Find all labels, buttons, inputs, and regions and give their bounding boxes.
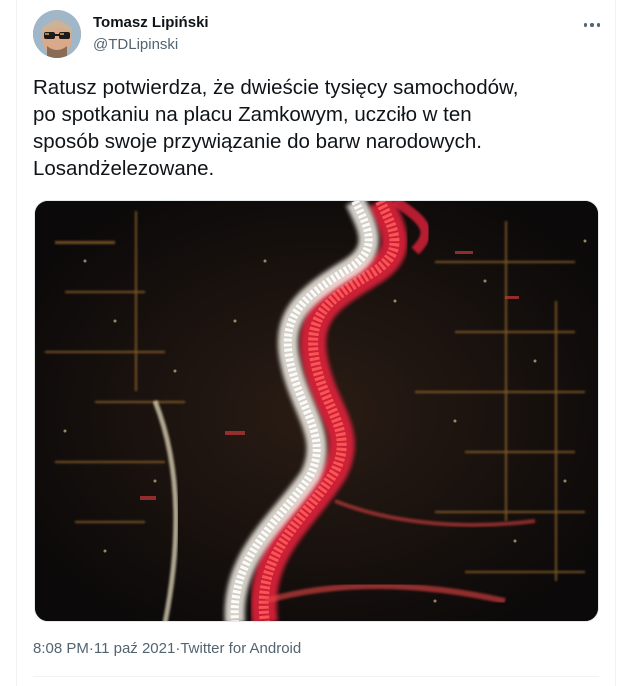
divider — [33, 676, 599, 677]
tweet-metadata: 8:08 PM · 11 paź 2021 · Twitter for Andr… — [33, 640, 301, 657]
tweet-media-photo[interactable] — [34, 200, 599, 622]
avatar[interactable] — [33, 10, 81, 58]
display-name[interactable]: Tomasz Lipiński — [93, 14, 209, 31]
aerial-night-traffic-photo — [35, 201, 598, 621]
tweet-text: Ratusz potwierdza, że dwieście tysięcy s… — [33, 76, 519, 180]
tweet-date[interactable]: 11 paź 2021 — [94, 640, 175, 657]
tweet-time[interactable]: 8:08 PM — [33, 640, 89, 657]
tweet-source[interactable]: Twitter for Android — [180, 640, 301, 657]
more-options-icon[interactable] — [577, 12, 607, 38]
avatar-photo-sunglasses-icon — [33, 10, 81, 58]
user-handle[interactable]: @TDLipinski — [93, 36, 178, 53]
tweet-card: Tomasz Lipiński @TDLipinski Ratusz potwi… — [16, 0, 616, 686]
